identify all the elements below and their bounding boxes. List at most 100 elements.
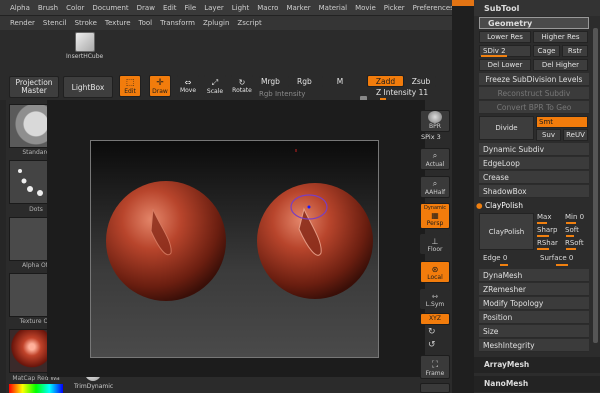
insert-cube-icon[interactable] xyxy=(75,32,95,52)
rsoft-slider[interactable]: RSoft xyxy=(565,239,584,247)
m-button[interactable]: M xyxy=(330,76,350,87)
actual-button[interactable]: ⌕ Actual xyxy=(420,148,450,170)
edit-button[interactable]: ⬚ Edit xyxy=(119,75,141,97)
panel-divider xyxy=(452,0,474,393)
size-button[interactable]: Size xyxy=(479,325,589,338)
suv-toggle[interactable]: Suv xyxy=(536,129,561,141)
sharp-slider[interactable]: Sharp xyxy=(537,226,558,234)
menu-item-tool[interactable]: Tool xyxy=(135,19,157,27)
divide-button[interactable]: Divide xyxy=(479,116,534,140)
cage-button[interactable]: Cage xyxy=(533,45,560,57)
meshintegrity-button[interactable]: MeshIntegrity xyxy=(479,339,589,352)
local-label: Local xyxy=(427,274,443,281)
z-intensity-slider[interactable]: Z Intensity 11 xyxy=(376,88,444,100)
menu-item-edit[interactable]: Edit xyxy=(159,4,181,12)
menu-item-alpha[interactable]: Alpha xyxy=(6,4,34,12)
menu-item-layer[interactable]: Layer xyxy=(200,4,228,12)
bpr-icon xyxy=(428,111,442,123)
menu-item-color[interactable]: Color xyxy=(62,4,88,12)
move-label: Move xyxy=(179,87,197,94)
rgb-intensity-slider[interactable]: Rgb Intensity xyxy=(259,90,367,100)
modify-topology-button[interactable]: Modify Topology xyxy=(479,297,589,310)
dynamesh-button[interactable]: DynaMesh xyxy=(479,269,589,282)
floor-button[interactable]: ⊥ Floor xyxy=(420,234,450,254)
position-button[interactable]: Position xyxy=(479,311,589,324)
menu-item-zplugin[interactable]: Zplugin xyxy=(199,19,233,27)
smt-toggle[interactable]: Smt xyxy=(536,116,588,128)
persp-button[interactable]: Dynamic ▦ Persp xyxy=(420,203,450,229)
menu-item-light[interactable]: Light xyxy=(228,4,253,12)
soft-slider[interactable]: Soft xyxy=(565,226,579,234)
rotate-button[interactable]: ↻ Rotate xyxy=(231,75,253,97)
move-button[interactable]: ⇔ Move xyxy=(177,75,199,97)
move-view-button[interactable] xyxy=(420,383,450,393)
edit-label: Edit xyxy=(124,87,136,95)
lsym-button[interactable]: ⇿ L.Sym xyxy=(420,289,450,309)
nanomesh-section[interactable]: NanoMesh xyxy=(474,376,600,392)
menu-item-render[interactable]: Render xyxy=(6,19,39,27)
main-menu-bar: Alpha Brush Color Document Draw Edit File Layer… xyxy=(0,0,454,16)
subtool-title[interactable]: SubTool xyxy=(474,0,600,16)
convert-bpr-button[interactable]: Convert BPR To Geo xyxy=(479,101,589,114)
arraymesh-section[interactable]: ArrayMesh xyxy=(474,357,600,373)
reuv-button[interactable]: ReUV xyxy=(563,129,588,141)
menu-item-file[interactable]: File xyxy=(181,4,201,12)
min-track xyxy=(566,222,576,224)
menu-item-texture[interactable]: Texture xyxy=(101,19,135,27)
del-lower-button[interactable]: Del Lower xyxy=(479,59,531,71)
claypolish-bullet-icon: ● xyxy=(476,201,483,210)
menu-item-picker[interactable]: Picker xyxy=(380,4,409,12)
rstr-button[interactable]: Rstr xyxy=(562,45,588,57)
draw-button[interactable]: ✛ Draw xyxy=(149,75,171,97)
insert-cube-label: InsertHCube xyxy=(66,53,104,60)
menu-item-movie[interactable]: Movie xyxy=(351,4,380,12)
claypolish-button[interactable]: ClayPolish xyxy=(479,213,534,250)
rgb-button[interactable]: Rgb xyxy=(293,76,323,87)
lightbox-button[interactable]: LightBox xyxy=(63,76,113,98)
spix-control[interactable]: SPix 3 xyxy=(421,133,441,141)
reconstruct-subdiv-button[interactable]: Reconstruct Subdiv xyxy=(479,87,589,100)
dynamic-subdiv-button[interactable]: Dynamic Subdiv xyxy=(479,143,589,156)
rshar-slider[interactable]: RShar xyxy=(537,239,558,247)
menu-item-draw[interactable]: Draw xyxy=(133,4,159,12)
menu-item-brush[interactable]: Brush xyxy=(34,4,62,12)
projection-master-button[interactable]: Projection Master xyxy=(9,76,59,98)
geometry-header[interactable]: Geometry xyxy=(479,17,589,29)
mrgb-button[interactable]: Mrgb xyxy=(259,76,289,87)
frame-icon: ⛶ xyxy=(431,360,439,370)
menu-item-material[interactable]: Material xyxy=(315,4,351,12)
scale-button[interactable]: ⤢ Scale xyxy=(204,75,226,97)
shadowbox-button[interactable]: ShadowBox xyxy=(479,185,589,198)
menu-item-macro[interactable]: Macro xyxy=(253,4,282,12)
rotate-y-icon[interactable]: ↻ xyxy=(428,327,436,337)
crease-button[interactable]: Crease xyxy=(479,171,589,184)
menu-item-document[interactable]: Document xyxy=(88,4,132,12)
local-button[interactable]: ⊛ Local xyxy=(420,261,450,283)
panel-scrollbar[interactable] xyxy=(593,28,598,343)
claypolish-header[interactable]: ● ClayPolish xyxy=(476,201,523,210)
menu-item-zscript[interactable]: Zscript xyxy=(233,19,265,27)
lower-res-button[interactable]: Lower Res xyxy=(479,31,531,43)
del-higher-button[interactable]: Del Higher xyxy=(533,59,588,71)
menu-item-preferences[interactable]: Preferences xyxy=(409,4,458,12)
edge-slider[interactable]: Edge 0 xyxy=(483,254,507,262)
edgeloop-button[interactable]: EdgeLoop xyxy=(479,157,589,170)
soft-track xyxy=(566,235,574,237)
higher-res-button[interactable]: Higher Res xyxy=(533,31,588,43)
zremesher-button[interactable]: ZRemesher xyxy=(479,283,589,296)
frame-button[interactable]: ⛶ Frame xyxy=(420,355,450,379)
color-picker-gradient[interactable] xyxy=(9,384,63,393)
zadd-button[interactable]: Zadd xyxy=(367,75,404,87)
menu-item-stroke[interactable]: Stroke xyxy=(71,19,101,27)
menu-item-marker[interactable]: Marker xyxy=(282,4,314,12)
rotate-z-icon[interactable]: ↺ xyxy=(428,340,436,350)
freeze-subdivision-button[interactable]: Freeze SubDivision Levels xyxy=(479,73,589,86)
xyz-button[interactable]: XYZ xyxy=(420,313,450,325)
menu-item-stencil[interactable]: Stencil xyxy=(39,19,71,27)
document-area[interactable] xyxy=(90,140,379,358)
menu-item-transform[interactable]: Transform xyxy=(156,19,199,27)
bpr-button[interactable]: BPR xyxy=(420,110,450,132)
aahalf-button[interactable]: ⌕ AAHalf xyxy=(420,176,450,198)
surface-slider[interactable]: Surface 0 xyxy=(540,254,573,262)
zsub-button[interactable]: Zsub xyxy=(406,76,436,87)
